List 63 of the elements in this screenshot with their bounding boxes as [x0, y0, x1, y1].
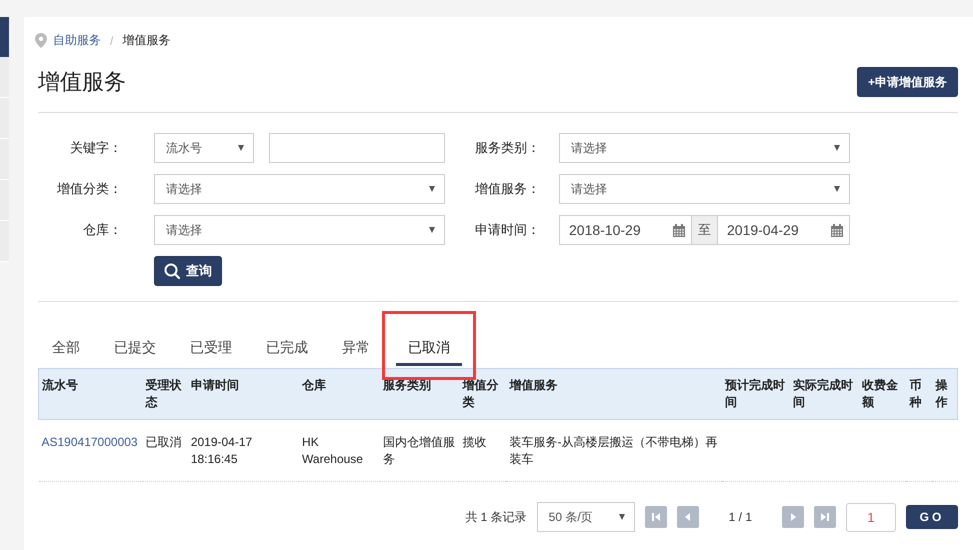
column-header: 币种: [906, 368, 932, 420]
dropdown[interactable]: 流水号: [154, 133, 254, 163]
table-cell: 国内仓增值服务: [383, 435, 456, 466]
tab[interactable]: 已提交: [102, 312, 168, 366]
caret-icon: [834, 145, 840, 151]
caret-icon: [238, 145, 244, 151]
column-header: 仓库: [299, 368, 380, 420]
range-separator: 至: [692, 215, 717, 245]
date-field[interactable]: 2018-10-29: [559, 215, 692, 245]
dropdown[interactable]: 请选择: [154, 215, 445, 245]
field-label: 增值服务：: [475, 180, 541, 198]
tab[interactable]: 已受理: [178, 312, 244, 366]
table-cell: 已取消: [146, 435, 182, 449]
column-header: 操作: [932, 368, 958, 420]
caret-icon: [618, 514, 625, 520]
caret-icon: [834, 186, 840, 192]
column-header: 申请时间: [188, 368, 300, 420]
caret-icon: [429, 186, 435, 192]
field-label: 服务类别：: [475, 139, 541, 157]
table-cell: 2019-04-17 18:16:45: [190, 435, 252, 466]
column-header: 收费金额: [859, 368, 906, 420]
column-header: 服务类别: [380, 368, 460, 420]
sidebar-item[interactable]: [0, 17, 9, 57]
apply-button[interactable]: +申请增值服务: [856, 67, 958, 97]
page-input[interactable]: 1: [846, 502, 896, 532]
field-label: 仓库：: [82, 221, 123, 239]
column-header: 增值分类: [459, 368, 506, 420]
dropdown[interactable]: 50 条/页: [536, 502, 635, 532]
table-cell: HK Warehouse: [302, 435, 363, 466]
date-field[interactable]: 2019-04-29: [717, 215, 850, 245]
field-label: 增值分类：: [56, 180, 123, 198]
tab[interactable]: 全部: [40, 312, 92, 366]
field-label: 申请时间：: [475, 221, 541, 239]
column-header: 增值服务: [506, 368, 722, 420]
calendar-icon[interactable]: [831, 224, 843, 236]
serial-link[interactable]: AS190417000003: [42, 435, 138, 449]
tab[interactable]: 异常: [330, 312, 382, 366]
table-cell: 揽收: [462, 435, 486, 449]
tab[interactable]: 已完成: [254, 312, 320, 366]
page-indicator: 1 / 1: [728, 510, 752, 524]
field-label: 关键字：: [69, 139, 123, 157]
go-button[interactable]: GO: [906, 505, 958, 529]
sidebar-item[interactable]: [0, 57, 9, 98]
keyword-input[interactable]: [269, 133, 445, 163]
dropdown[interactable]: 请选择: [559, 174, 850, 204]
column-header: 预计完成时间: [722, 368, 790, 420]
dropdown[interactable]: 请选择: [559, 133, 850, 163]
table-cell: 装车服务-从高楼层搬运（不带电梯）再装车: [509, 435, 718, 466]
column-header: 流水号: [38, 368, 143, 420]
breadcrumb-current: 增值服务: [122, 32, 170, 49]
calendar-icon[interactable]: [673, 224, 685, 236]
dropdown[interactable]: 请选择: [154, 174, 445, 204]
caret-icon: [429, 227, 435, 233]
skip-end-icon: [818, 510, 832, 524]
search-icon: [164, 263, 180, 279]
breadcrumb-separator: /: [110, 34, 114, 48]
column-header: 实际完成时间: [790, 368, 860, 420]
page-title: 增值服务: [38, 68, 126, 96]
record-count: 共 1 条记录: [465, 508, 527, 526]
breadcrumb-link[interactable]: 自助服务: [53, 32, 101, 49]
search-button[interactable]: 查询: [154, 256, 222, 286]
column-header: 受理状态: [142, 368, 188, 420]
location-pin-icon: [35, 33, 47, 48]
